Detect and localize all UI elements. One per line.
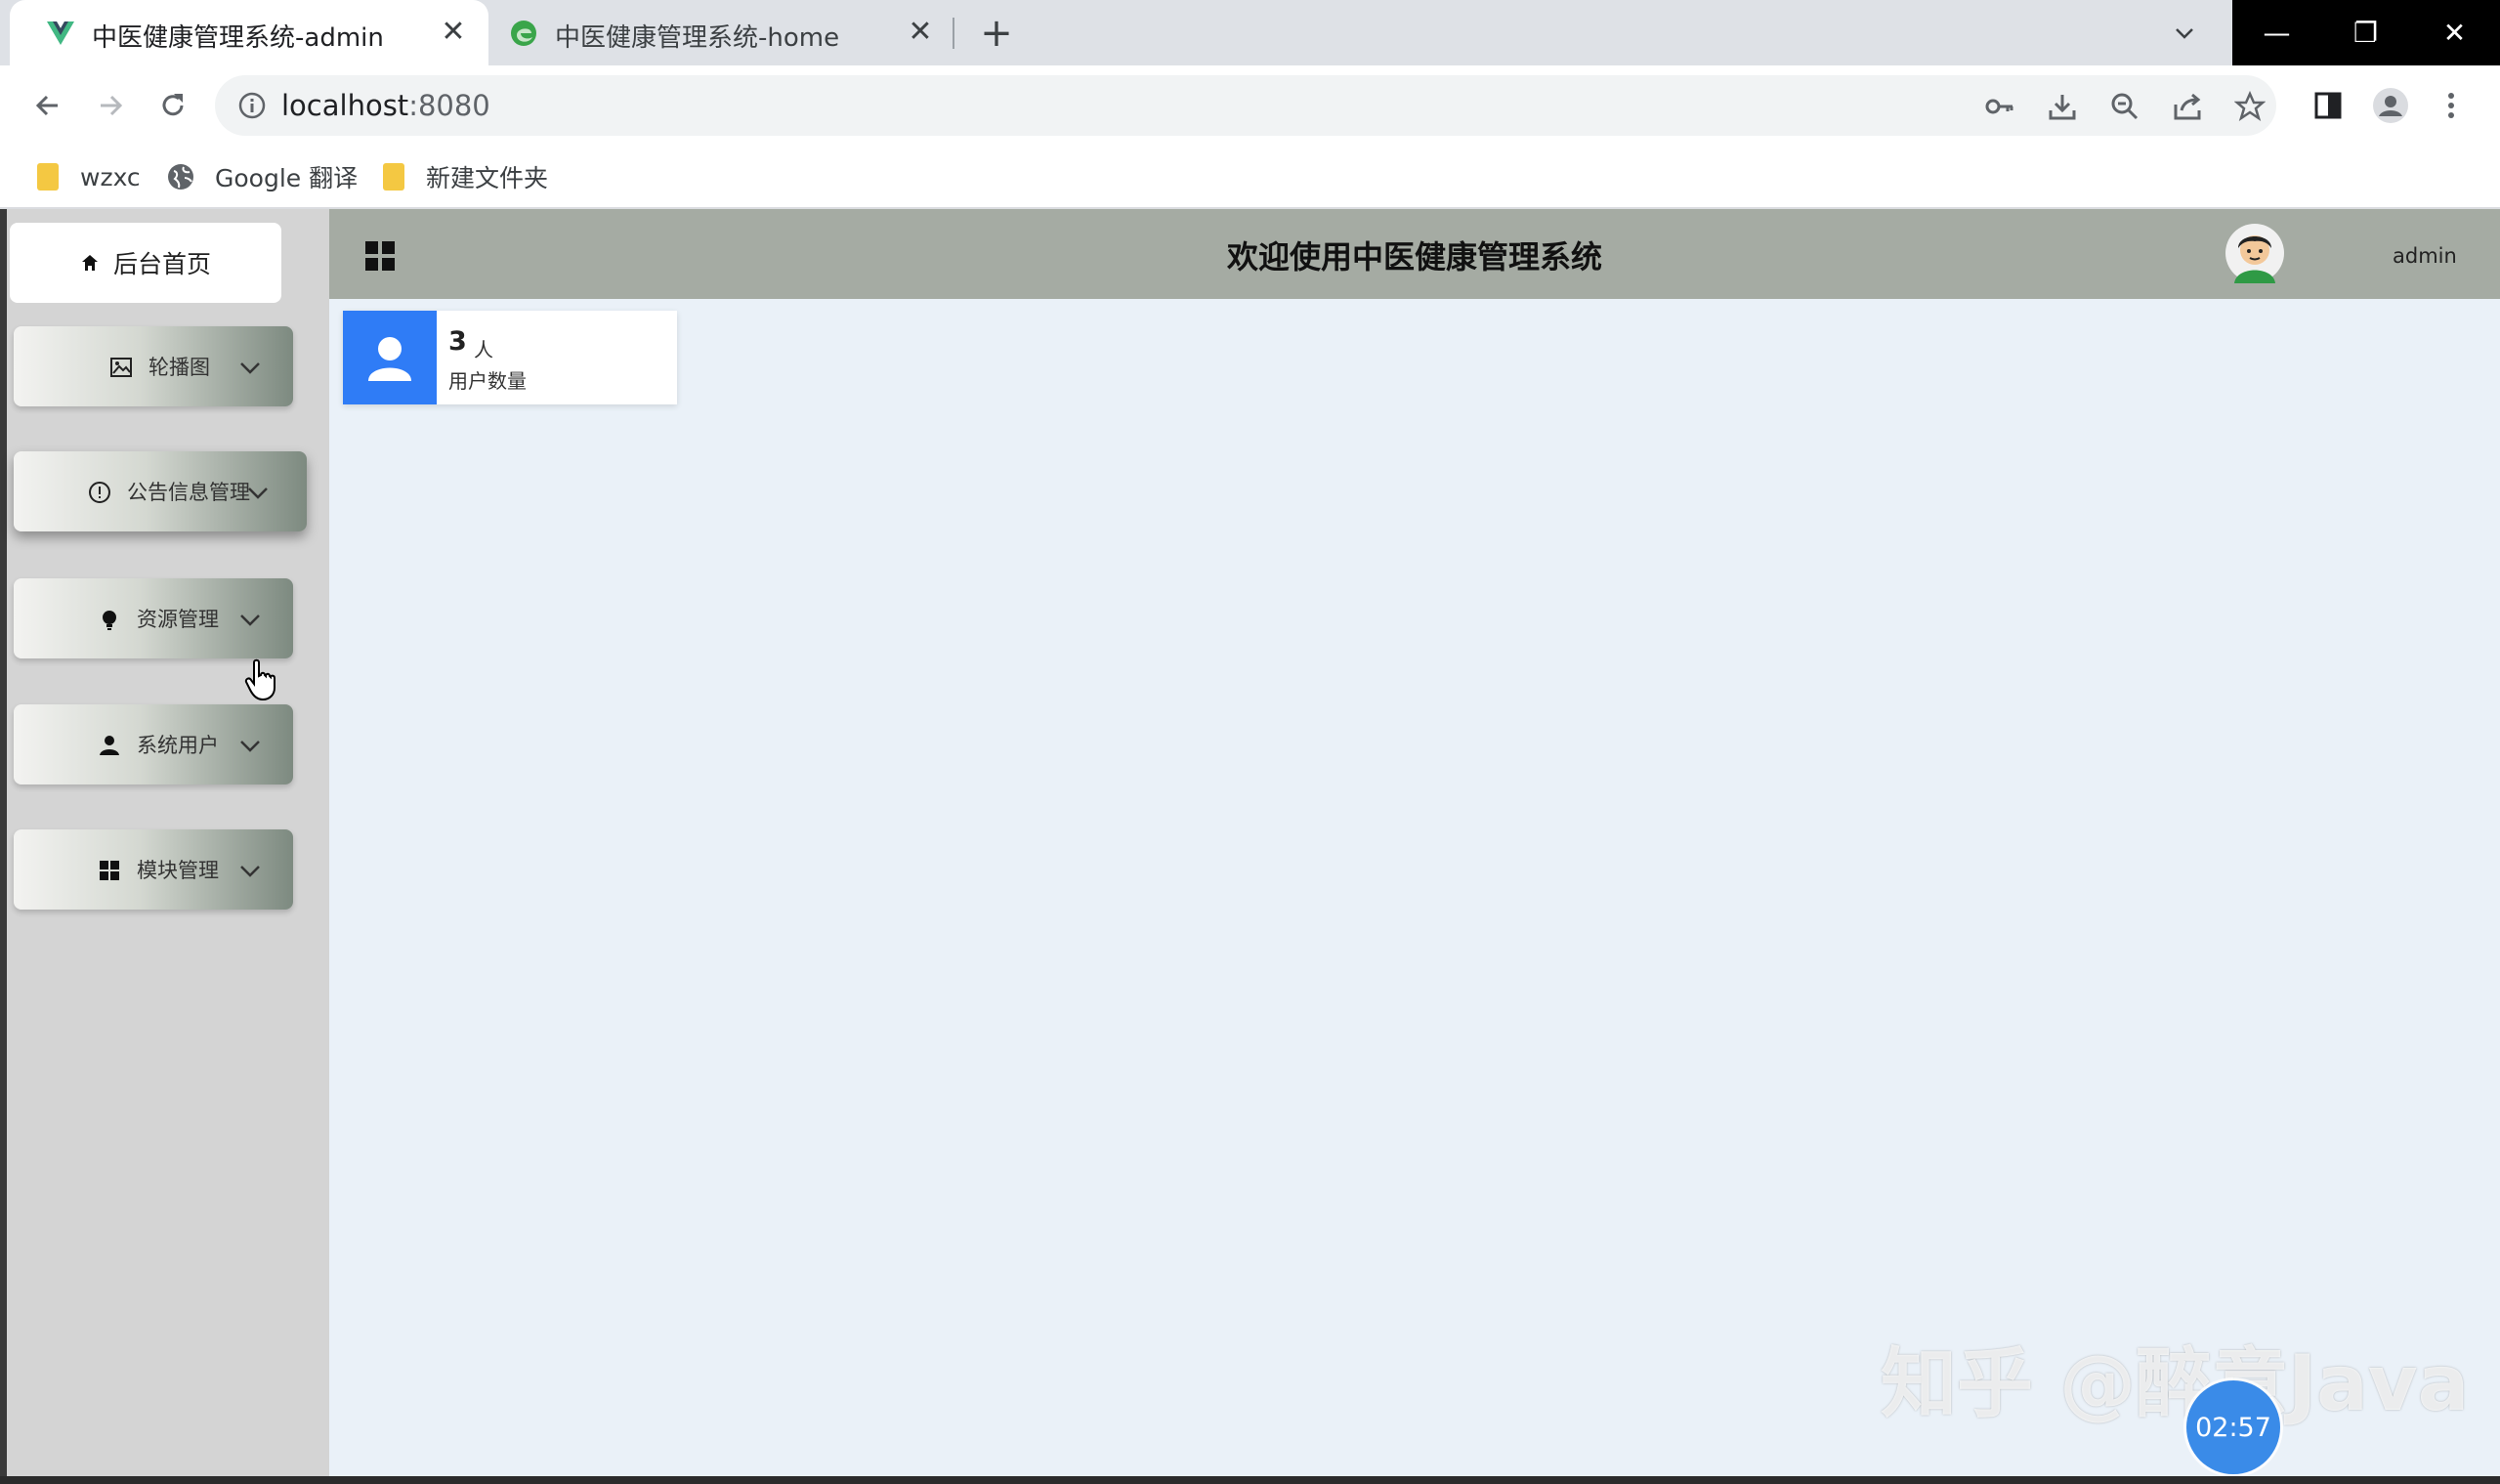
url-port: :8080 bbox=[408, 89, 490, 122]
recording-timer-badge: 02:57 bbox=[2186, 1380, 2280, 1474]
bookmark-star-icon[interactable] bbox=[2233, 90, 2267, 123]
url-text: localhost:8080 bbox=[281, 89, 490, 122]
bulb-icon bbox=[103, 611, 116, 630]
password-key-icon[interactable] bbox=[1983, 90, 2016, 123]
back-button[interactable] bbox=[25, 83, 70, 128]
grid-icon bbox=[100, 861, 119, 880]
user-icon bbox=[368, 337, 411, 381]
arrow-left-icon bbox=[35, 95, 58, 116]
sidebar-item-resources[interactable]: 资源管理 bbox=[14, 578, 293, 658]
tab-search-button[interactable] bbox=[2163, 12, 2206, 55]
share-arrow-icon bbox=[2174, 93, 2201, 120]
user-count-label: 用户数量 bbox=[448, 369, 527, 393]
share-icon[interactable] bbox=[2171, 90, 2204, 123]
address-bar[interactable]: localhost:8080 bbox=[215, 75, 2276, 136]
user-count-icon-box bbox=[343, 311, 437, 404]
bookmark-new-folder[interactable]: 新建文件夹 bbox=[383, 157, 548, 196]
sidebar-item-label: 模块管理 bbox=[137, 859, 219, 882]
page-title: 欢迎使用中医健康管理系统 bbox=[1226, 238, 1602, 276]
sidebar-home-button[interactable]: 后台首页 bbox=[10, 223, 281, 303]
sidebar: 后台首页 轮播图 公告信息管理 资源管理 系统用户 模块管理 bbox=[7, 209, 329, 1476]
info-icon[interactable] bbox=[236, 90, 268, 121]
admin-page: 后台首页 轮播图 公告信息管理 资源管理 系统用户 模块管理 欢迎使用中医健康管… bbox=[0, 209, 2500, 1484]
browser-toolbar: localhost:8080 bbox=[0, 65, 2500, 146]
kebab-menu-icon bbox=[2448, 93, 2454, 118]
bottom-strip bbox=[0, 1476, 2500, 1484]
chevron-down-icon bbox=[240, 741, 260, 752]
reload-icon bbox=[162, 94, 184, 116]
profile-button[interactable] bbox=[2370, 85, 2411, 126]
minimize-button[interactable]: — bbox=[2232, 0, 2321, 65]
edge-icon bbox=[511, 21, 536, 46]
info-circle-icon bbox=[89, 482, 110, 503]
sidebar-item-label: 公告信息管理 bbox=[127, 481, 250, 504]
chevron-down-icon bbox=[248, 488, 268, 499]
url-host: localhost bbox=[281, 89, 409, 122]
close-window-button[interactable]: ✕ bbox=[2410, 0, 2499, 65]
main-content: 3 人 用户数量 bbox=[329, 299, 2500, 1476]
reload-button[interactable] bbox=[150, 83, 195, 128]
bookmark-label: Google 翻译 bbox=[215, 164, 359, 192]
user-count-unit: 人 bbox=[474, 338, 493, 361]
sidebar-home-label: 后台首页 bbox=[112, 250, 211, 278]
folder-icon bbox=[37, 163, 59, 191]
sidebar-item-label: 资源管理 bbox=[137, 608, 219, 631]
top-header: 欢迎使用中医健康管理系统 admin bbox=[329, 209, 2500, 299]
chevron-down-icon bbox=[2176, 28, 2193, 39]
sidebar-item-carousel[interactable]: 轮播图 bbox=[14, 326, 293, 406]
zoom-out-icon bbox=[2111, 93, 2139, 120]
sidebar-item-modules[interactable]: 模块管理 bbox=[14, 829, 293, 910]
user-count-card: 3 人 用户数量 bbox=[343, 311, 677, 404]
sidebar-item-label: 轮播图 bbox=[148, 356, 210, 379]
zoom-icon[interactable] bbox=[2108, 90, 2141, 123]
tab-admin[interactable]: 中医健康管理系统-admin ✕ bbox=[10, 0, 488, 65]
hand-cursor-icon bbox=[244, 658, 275, 701]
chevron-down-icon bbox=[240, 866, 260, 877]
folder-icon bbox=[383, 163, 404, 191]
install-app-icon[interactable] bbox=[2046, 90, 2079, 123]
side-panel-button[interactable] bbox=[2308, 85, 2349, 126]
restore-button[interactable]: ❐ bbox=[2321, 0, 2410, 65]
key-icon bbox=[1985, 99, 2013, 114]
user-count-value: 3 bbox=[448, 326, 467, 357]
menu-button[interactable] bbox=[2431, 85, 2472, 126]
arrow-right-icon bbox=[101, 95, 123, 116]
sidebar-item-label: 系统用户 bbox=[137, 734, 219, 757]
tab-home[interactable]: 中医健康管理系统-home ✕ bbox=[488, 0, 955, 65]
username[interactable]: admin bbox=[2393, 244, 2457, 268]
bookmarks-bar: wzxc Google 翻译 新建文件夹 bbox=[0, 146, 2500, 209]
tab-separator bbox=[953, 18, 954, 49]
bookmark-google-translate[interactable]: Google 翻译 bbox=[166, 157, 358, 196]
profile-avatar-icon bbox=[2373, 88, 2408, 123]
user-icon bbox=[100, 736, 119, 755]
watermark: 知乎 @醉意Java bbox=[1881, 1340, 2470, 1428]
bookmark-label: wzxc bbox=[80, 162, 141, 191]
sidebar-item-announcements[interactable]: 公告信息管理 bbox=[14, 451, 307, 531]
bookmark-wzxc[interactable]: wzxc bbox=[37, 157, 141, 196]
avatar[interactable] bbox=[2225, 223, 2285, 283]
tab-strip: 中医健康管理系统-admin ✕ 中医健康管理系统-home ✕ + — ❐ ✕ bbox=[0, 0, 2500, 65]
tab-close-icon[interactable]: ✕ bbox=[903, 14, 938, 49]
chevron-down-icon bbox=[240, 615, 260, 626]
forward-button[interactable] bbox=[88, 83, 133, 128]
home-icon bbox=[81, 255, 98, 271]
window-controls: — ❐ ✕ bbox=[2232, 0, 2500, 65]
bookmark-label: 新建文件夹 bbox=[426, 164, 549, 192]
tab-close-icon[interactable]: ✕ bbox=[436, 14, 471, 49]
chevron-down-icon bbox=[240, 362, 260, 374]
side-panel-icon bbox=[2314, 92, 2342, 119]
vue-icon bbox=[47, 21, 74, 45]
tab-title: 中医健康管理系统-admin bbox=[92, 23, 384, 53]
tab-title: 中医健康管理系统-home bbox=[555, 23, 840, 53]
image-icon bbox=[110, 358, 132, 377]
star-icon bbox=[2234, 91, 2266, 121]
new-tab-button[interactable]: + bbox=[975, 11, 1018, 56]
sidebar-item-system-users[interactable]: 系统用户 bbox=[14, 704, 293, 784]
globe-icon bbox=[168, 164, 193, 190]
download-icon bbox=[2049, 95, 2076, 120]
window-edge bbox=[0, 209, 7, 1484]
